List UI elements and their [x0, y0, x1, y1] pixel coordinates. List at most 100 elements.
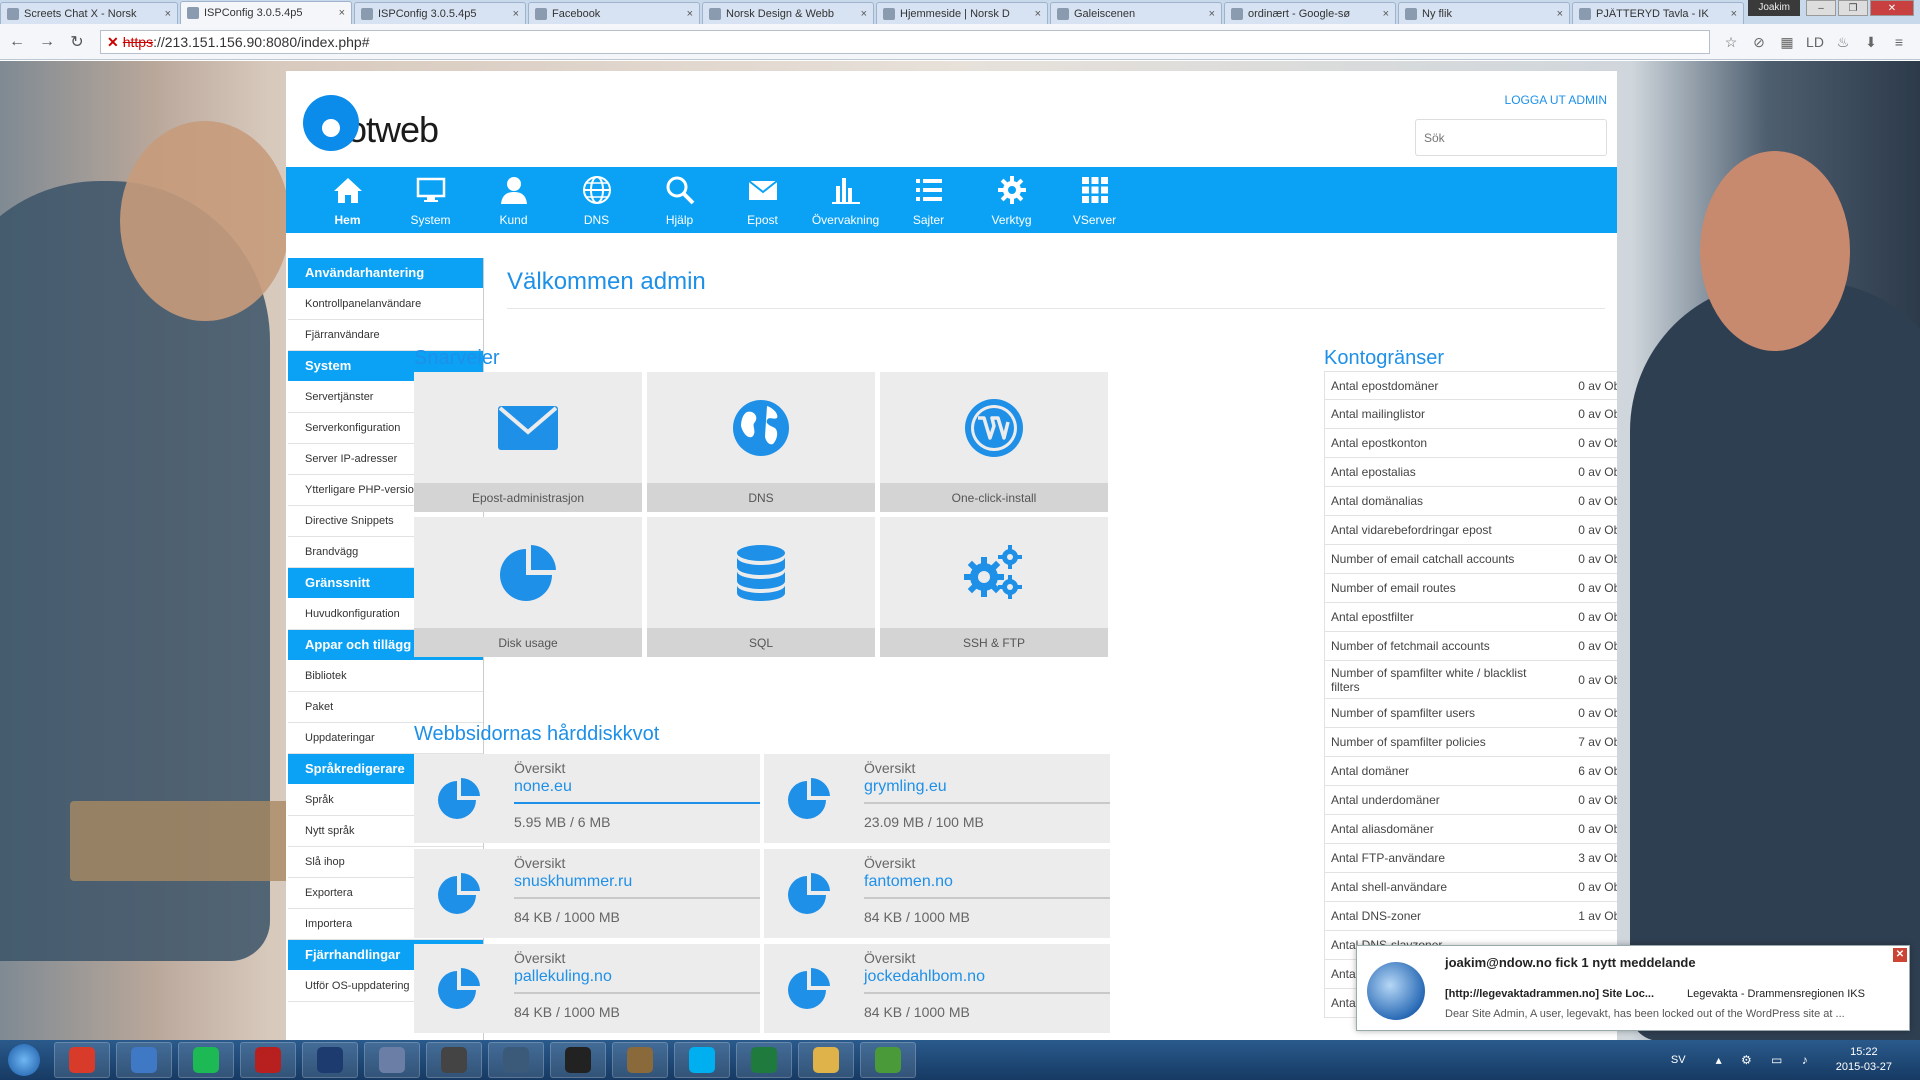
taskbar-app[interactable]: [488, 1042, 544, 1078]
mail-notification[interactable]: joakim@ndow.no fick 1 nytt meddelande [h…: [1356, 945, 1910, 1031]
tab-title: ISPConfig 3.0.5.4p5: [378, 7, 477, 20]
ld-icon[interactable]: LD: [1804, 31, 1826, 53]
pie-chart-icon: [414, 944, 504, 1033]
taskbar-app[interactable]: [302, 1042, 358, 1078]
tab-close-icon[interactable]: ×: [1731, 8, 1737, 20]
browser-tab[interactable]: Galeiscenen ×: [1050, 2, 1222, 24]
taskbar-app[interactable]: [178, 1042, 234, 1078]
nav-övervakning[interactable]: Övervakning: [804, 167, 887, 233]
browser-tab[interactable]: Facebook ×: [528, 2, 700, 24]
start-button[interactable]: [0, 1040, 48, 1080]
browser-tab[interactable]: ordinært - Google-sø ×: [1224, 2, 1396, 24]
tab-close-icon[interactable]: ×: [687, 8, 693, 20]
nav-dns[interactable]: DNS: [555, 167, 638, 233]
browser-tab[interactable]: Ny flik ×: [1398, 2, 1570, 24]
tab-close-icon[interactable]: ×: [1035, 8, 1041, 20]
download-icon[interactable]: ⬇: [1860, 31, 1882, 53]
shortcut-tile[interactable]: DNS: [647, 372, 875, 512]
limit-value: 0 av Obegränsat: [1578, 552, 1617, 566]
tab-close-icon[interactable]: ×: [861, 8, 867, 20]
browser-toolbar: ← → ↻ ✕ https://213.151.156.90:8080/index…: [0, 24, 1920, 60]
extension-icon[interactable]: ▦: [1776, 31, 1798, 53]
sidebar-heading[interactable]: Användarhantering: [288, 258, 483, 288]
browser-user-badge[interactable]: Joakim: [1748, 0, 1800, 16]
shortcut-tile[interactable]: Epost-administrasjon: [414, 372, 642, 512]
filezilla-icon: [255, 1047, 281, 1073]
nav-kund[interactable]: Kund: [472, 167, 555, 233]
shortcut-tile[interactable]: SSH & FTP: [880, 517, 1108, 657]
clock[interactable]: 15:22 2015-03-27: [1836, 1045, 1892, 1075]
nav-hjälp[interactable]: Hjälp: [638, 167, 721, 233]
disk-quota-card[interactable]: Översikt grymling.eu 23.09 MB / 100 MB: [764, 754, 1110, 843]
quota-site-link[interactable]: snuskhummer.ru: [514, 873, 760, 899]
logout-link[interactable]: LOGGA UT ADMIN: [1505, 93, 1607, 107]
taskbar-app[interactable]: [798, 1042, 854, 1078]
browser-tab[interactable]: Norsk Design & Webb ×: [702, 2, 874, 24]
disk-quota-card[interactable]: Översikt jockedahlbom.no 84 KB / 1000 MB: [764, 944, 1110, 1033]
tab-close-icon[interactable]: ×: [1557, 8, 1563, 20]
tab-title: ordinært - Google-sø: [1248, 7, 1351, 20]
reload-icon[interactable]: ↻: [64, 29, 90, 55]
disk-quota-card[interactable]: Översikt none.eu 5.95 MB / 6 MB: [414, 754, 760, 843]
minimize-icon[interactable]: –: [1806, 0, 1836, 16]
disk-quota-card[interactable]: Översikt pallekuling.no 84 KB / 1000 MB: [414, 944, 760, 1033]
browser-tab[interactable]: PJÄTTERYD Tavla - IK ×: [1572, 2, 1744, 24]
language-indicator[interactable]: SV: [1671, 1054, 1686, 1066]
nav-vserver[interactable]: VServer: [1053, 167, 1136, 233]
taskbar-app[interactable]: [364, 1042, 420, 1078]
taskbar-app[interactable]: [116, 1042, 172, 1078]
limit-row: Number of email routes 0 av Obegränsat: [1324, 574, 1617, 603]
nav-epost[interactable]: Epost: [721, 167, 804, 233]
adblock-icon[interactable]: ⊘: [1748, 31, 1770, 53]
tab-close-icon[interactable]: ×: [1383, 8, 1389, 20]
disk-quota-card[interactable]: Översikt fantomen.no 84 KB / 1000 MB: [764, 849, 1110, 938]
address-bar[interactable]: ✕ https://213.151.156.90:8080/index.php#: [100, 30, 1710, 54]
tab-close-icon[interactable]: ×: [513, 8, 519, 20]
quota-site-link[interactable]: jockedahlbom.no: [864, 968, 1110, 994]
sidebar-item[interactable]: Paket: [288, 692, 483, 723]
taskbar-app[interactable]: [550, 1042, 606, 1078]
browser-tab[interactable]: Screets Chat X - Norsk ×: [0, 2, 178, 24]
quota-site-link[interactable]: pallekuling.no: [514, 968, 760, 994]
taskbar-app[interactable]: [426, 1042, 482, 1078]
browser-tab[interactable]: ISPConfig 3.0.5.4p5 ×: [354, 2, 526, 24]
bookmark-star-icon[interactable]: ☆: [1720, 31, 1742, 53]
sidebar-item[interactable]: Bibliotek: [288, 661, 483, 692]
taskbar-app[interactable]: [240, 1042, 296, 1078]
close-icon[interactable]: ✕: [1870, 0, 1914, 16]
browser-tab[interactable]: Hjemmeside | Norsk D ×: [876, 2, 1048, 24]
tab-close-icon[interactable]: ×: [1209, 8, 1215, 20]
shortcut-tile[interactable]: One-click-install: [880, 372, 1108, 512]
nav-system[interactable]: System: [389, 167, 472, 233]
taskbar-app[interactable]: [54, 1042, 110, 1078]
dotweb-logo[interactable]: otweb: [303, 95, 439, 151]
back-icon[interactable]: ←: [4, 29, 30, 55]
browser-tab[interactable]: ISPConfig 3.0.5.4p5 ×: [180, 1, 352, 24]
search-input[interactable]: [1415, 119, 1607, 156]
forward-icon[interactable]: →: [34, 29, 60, 55]
sidebar-item[interactable]: Kontrollpanelanvändare: [288, 289, 483, 320]
network-icon: [379, 1047, 405, 1073]
skype-icon: [689, 1047, 715, 1073]
nav-hem[interactable]: Hem: [306, 167, 389, 233]
tray-icons[interactable]: ▴ ⚙ ▭ ♪: [1716, 1053, 1816, 1067]
quota-site-link[interactable]: fantomen.no: [864, 873, 1110, 899]
shortcut-tile[interactable]: Disk usage: [414, 517, 642, 657]
taskbar-app[interactable]: [860, 1042, 916, 1078]
taskbar-app[interactable]: [612, 1042, 668, 1078]
fire-icon[interactable]: ♨: [1832, 31, 1854, 53]
quota-site-link[interactable]: none.eu: [514, 778, 760, 804]
disk-quota-card[interactable]: Översikt snuskhummer.ru 84 KB / 1000 MB: [414, 849, 760, 938]
menu-icon[interactable]: ≡: [1888, 31, 1910, 53]
taskbar-app[interactable]: [674, 1042, 730, 1078]
maximize-icon[interactable]: ❐: [1838, 0, 1868, 16]
nav-verktyg[interactable]: Verktyg: [970, 167, 1053, 233]
close-icon[interactable]: ✕: [1893, 948, 1907, 962]
nav-sajter[interactable]: Sajter: [887, 167, 970, 233]
shortcut-tile[interactable]: SQL: [647, 517, 875, 657]
tab-close-icon[interactable]: ×: [339, 7, 345, 19]
tab-close-icon[interactable]: ×: [165, 8, 171, 20]
quota-site-link[interactable]: grymling.eu: [864, 778, 1110, 804]
browser-tab-bar: Screets Chat X - Norsk × ISPConfig 3.0.5.4…: [0, 0, 1920, 24]
taskbar-app[interactable]: [736, 1042, 792, 1078]
